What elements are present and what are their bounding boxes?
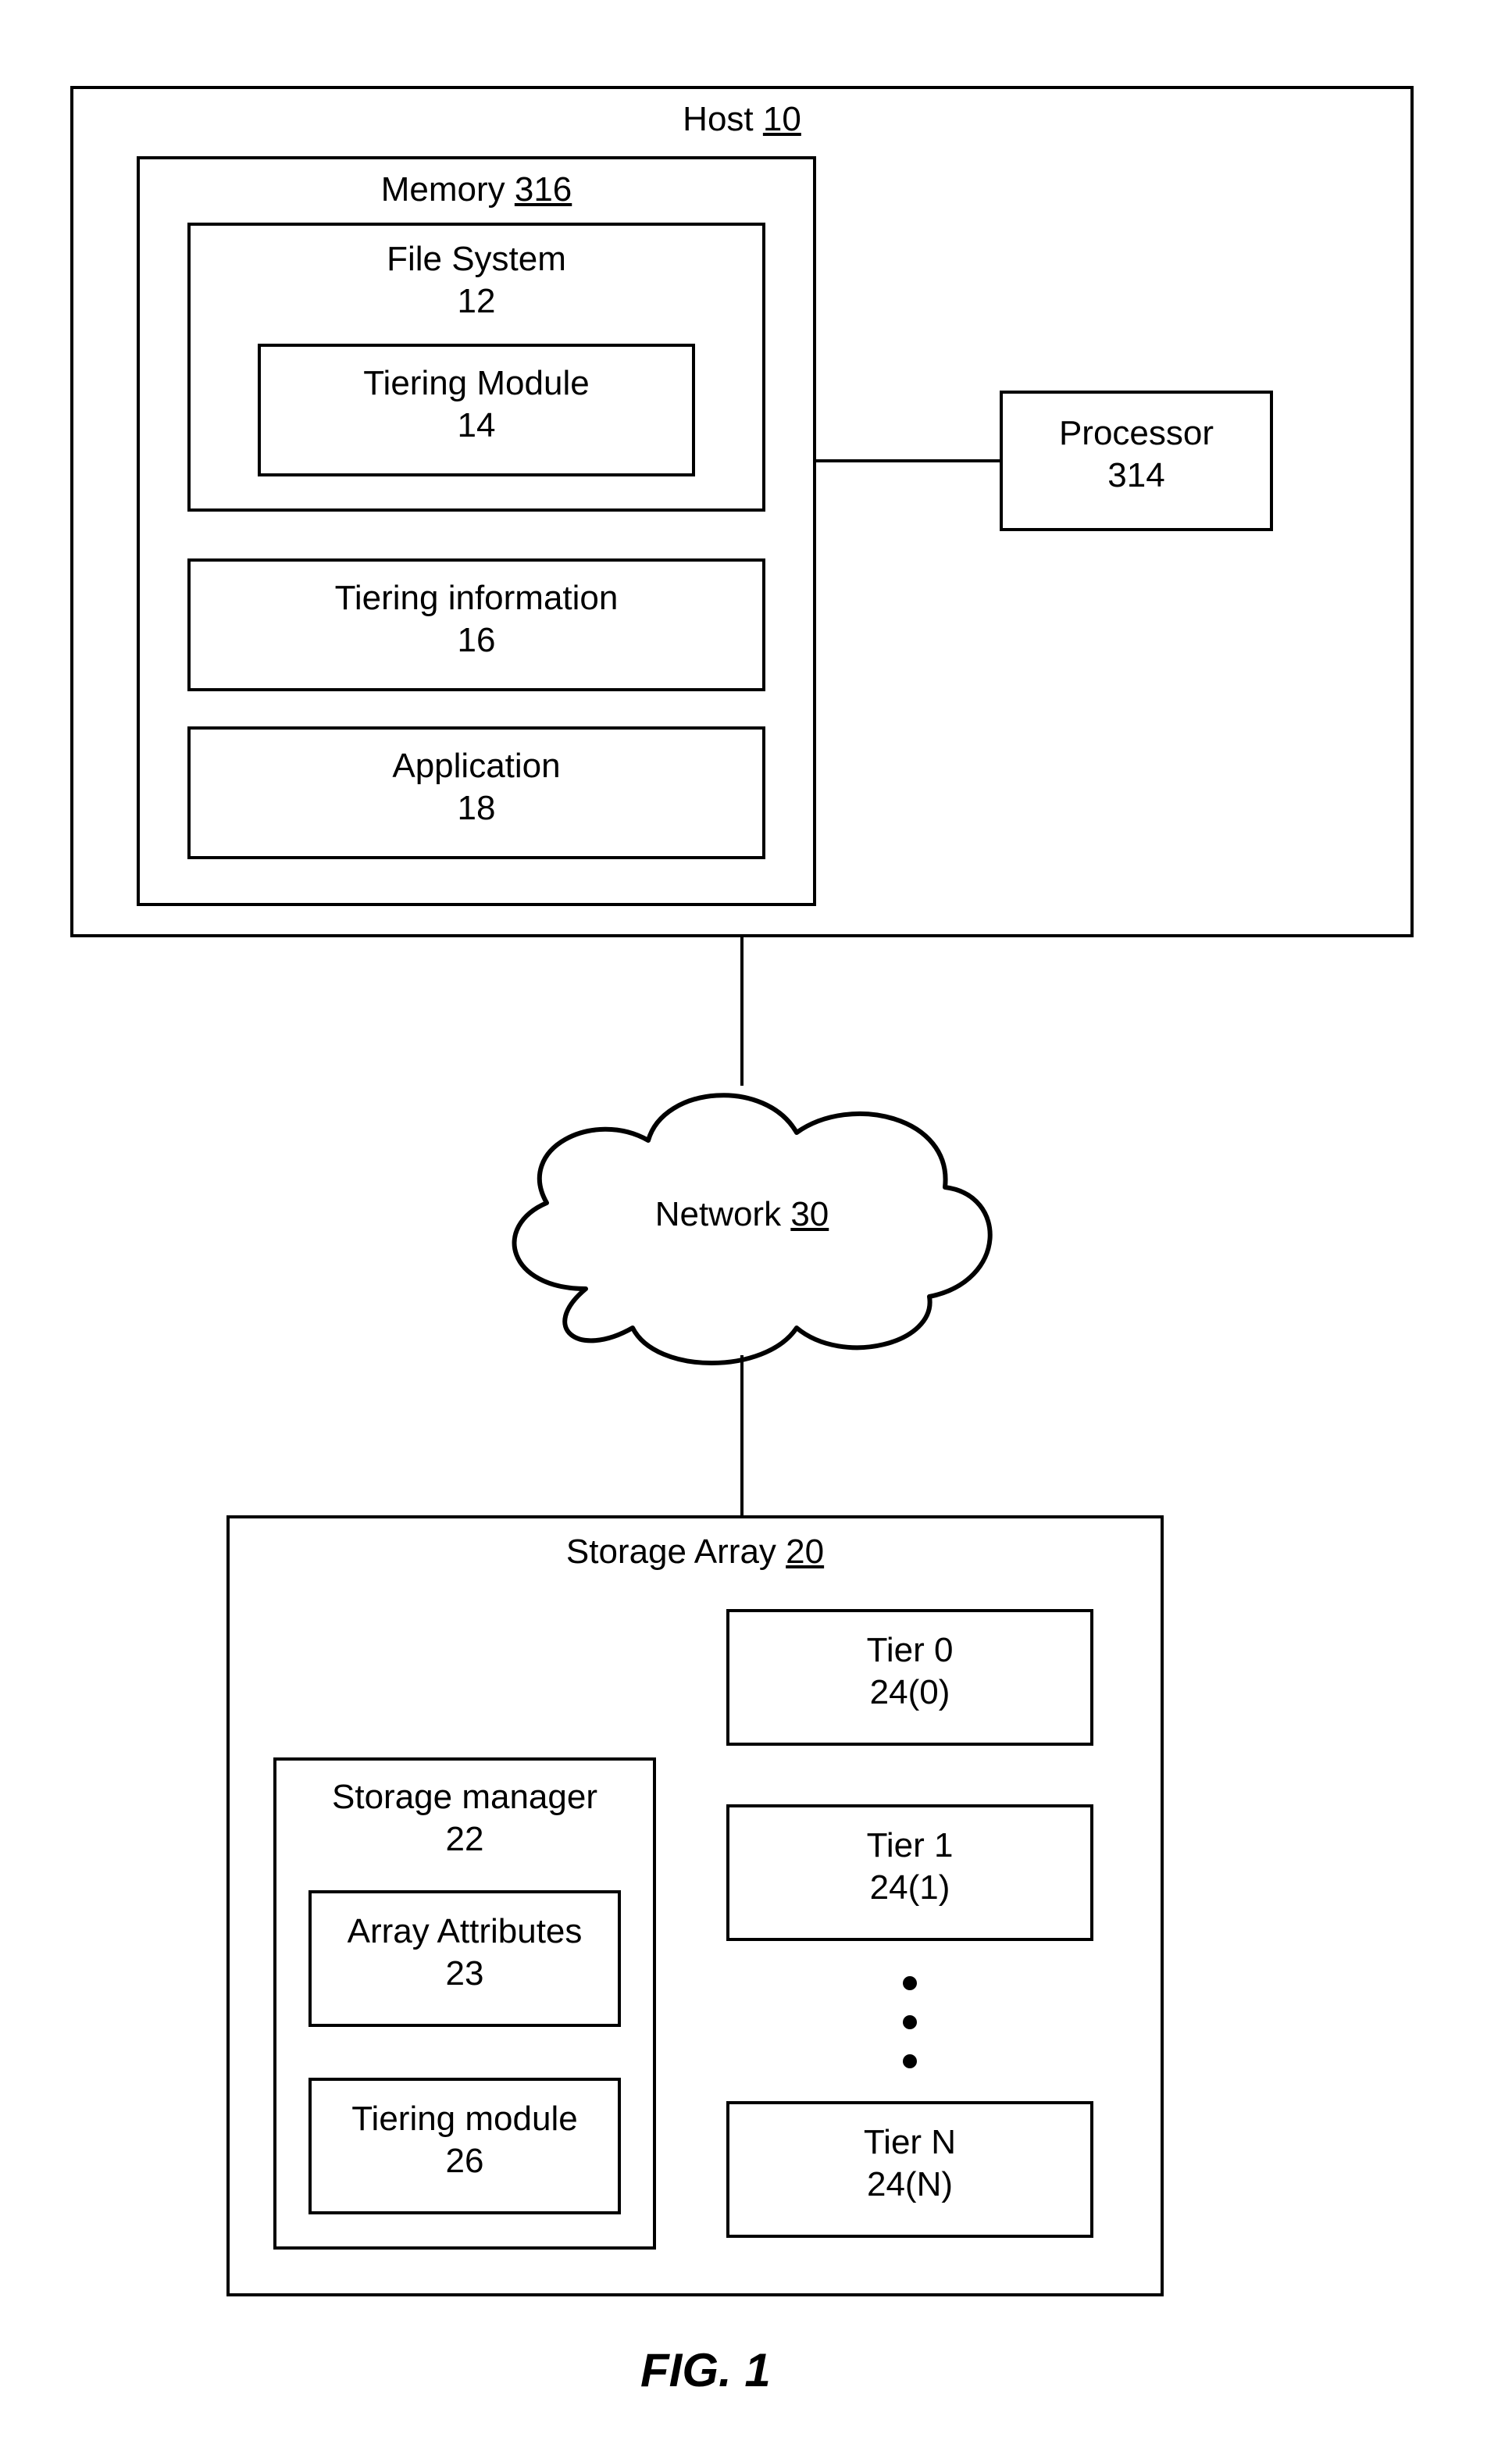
application-ref: 18 bbox=[191, 789, 762, 828]
storage-array-ref: 20 bbox=[786, 1533, 824, 1571]
memory-ref: 316 bbox=[515, 170, 572, 209]
tiering-information-box: Tiering information 16 bbox=[187, 558, 765, 691]
tier-0-title: Tier 0 bbox=[729, 1631, 1090, 1670]
tier-ellipsis-dot bbox=[903, 2054, 917, 2068]
tier-ellipsis-dot bbox=[903, 2015, 917, 2029]
tiering-module-host-title: Tiering Module bbox=[261, 364, 692, 403]
tiering-information-label: Tiering information 16 bbox=[191, 579, 762, 660]
network-label: Network 30 bbox=[453, 1195, 1031, 1235]
storage-manager-ref: 22 bbox=[276, 1820, 653, 1859]
storage-manager-label: Storage manager 22 bbox=[276, 1778, 653, 1859]
tier-0-box: Tier 0 24(0) bbox=[726, 1609, 1093, 1746]
file-system-title: File System bbox=[191, 240, 762, 279]
tiering-information-ref: 16 bbox=[191, 621, 762, 660]
host-network-connector bbox=[740, 937, 744, 1086]
tier-n-box: Tier N 24(N) bbox=[726, 2101, 1093, 2238]
tier-1-label: Tier 1 24(1) bbox=[729, 1826, 1090, 1907]
file-system-label: File System 12 bbox=[191, 240, 762, 321]
array-attributes-title: Array Attributes bbox=[312, 1912, 618, 1951]
host-title-text: Host bbox=[683, 100, 763, 138]
tiering-module-host-ref: 14 bbox=[261, 406, 692, 445]
figure-page: Host 10 Memory 316 File System 12 Tierin… bbox=[0, 0, 1512, 2462]
figure-caption: FIG. 1 bbox=[640, 2343, 771, 2397]
network-title: Network bbox=[655, 1195, 791, 1233]
tiering-information-title: Tiering information bbox=[191, 579, 762, 618]
processor-label: Processor 314 bbox=[1003, 414, 1270, 495]
network-ref: 30 bbox=[790, 1195, 829, 1233]
storage-array-title: Storage Array 20 bbox=[230, 1533, 1161, 1572]
tiering-module-storage-label: Tiering module 26 bbox=[312, 2100, 618, 2181]
processor-box: Processor 314 bbox=[1000, 391, 1273, 531]
memory-title: Memory 316 bbox=[140, 170, 813, 210]
tier-1-box: Tier 1 24(1) bbox=[726, 1804, 1093, 1941]
memory-title-text: Memory bbox=[381, 170, 515, 209]
tier-n-title: Tier N bbox=[729, 2123, 1090, 2162]
array-attributes-ref: 23 bbox=[312, 1954, 618, 1993]
application-box: Application 18 bbox=[187, 726, 765, 859]
host-ref: 10 bbox=[763, 100, 801, 138]
array-attributes-box: Array Attributes 23 bbox=[308, 1890, 621, 2027]
tiering-module-host-box: Tiering Module 14 bbox=[258, 344, 695, 476]
tiering-module-storage-box: Tiering module 26 bbox=[308, 2078, 621, 2214]
tier-n-ref: 24(N) bbox=[729, 2165, 1090, 2204]
storage-manager-title: Storage manager bbox=[276, 1778, 653, 1817]
processor-ref: 314 bbox=[1003, 456, 1270, 495]
tier-n-label: Tier N 24(N) bbox=[729, 2123, 1090, 2204]
application-title: Application bbox=[191, 747, 762, 786]
tier-1-title: Tier 1 bbox=[729, 1826, 1090, 1865]
tiering-module-storage-ref: 26 bbox=[312, 2142, 618, 2181]
application-label: Application 18 bbox=[191, 747, 762, 828]
tier-0-ref: 24(0) bbox=[729, 1673, 1090, 1712]
tiering-module-storage-title: Tiering module bbox=[312, 2100, 618, 2139]
processor-title: Processor bbox=[1003, 414, 1270, 453]
network-storage-connector bbox=[740, 1355, 744, 1515]
file-system-ref: 12 bbox=[191, 282, 762, 321]
array-attributes-label: Array Attributes 23 bbox=[312, 1912, 618, 1993]
tier-1-ref: 24(1) bbox=[729, 1868, 1090, 1907]
tier-0-label: Tier 0 24(0) bbox=[729, 1631, 1090, 1712]
host-title: Host 10 bbox=[73, 100, 1410, 140]
tier-ellipsis-dot bbox=[903, 1976, 917, 1990]
tiering-module-host-label: Tiering Module 14 bbox=[261, 364, 692, 445]
storage-array-title-text: Storage Array bbox=[566, 1533, 786, 1571]
